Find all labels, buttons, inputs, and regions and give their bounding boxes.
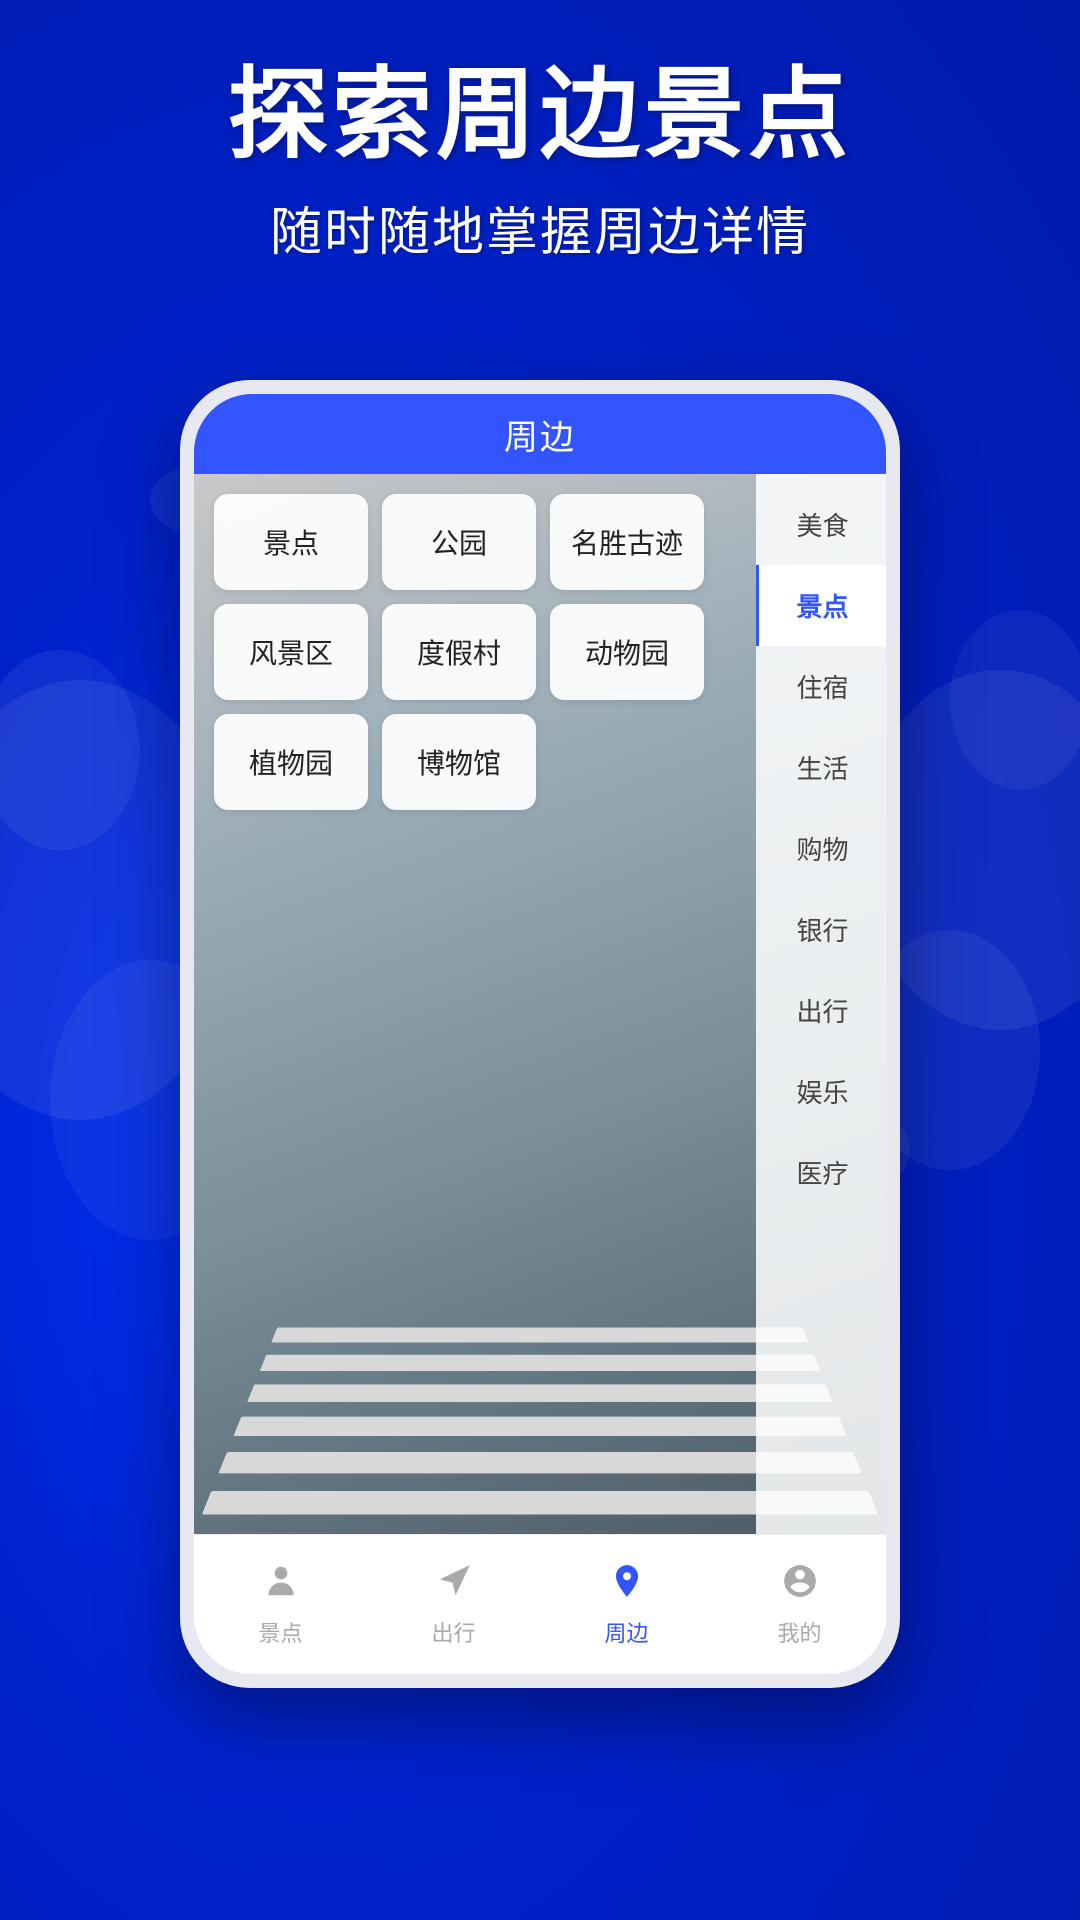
sidebar-item-yule[interactable]: 娱乐 <box>756 1051 886 1132</box>
nav-item-zhoubian[interactable]: 周边 <box>540 1562 713 1648</box>
topbar-title: 周边 <box>504 410 576 459</box>
sidebar-item-chuxing[interactable]: 出行 <box>756 970 886 1051</box>
category-bowuguan[interactable]: 博物馆 <box>382 714 536 810</box>
person-icon <box>262 1562 300 1610</box>
account-icon <box>781 1562 819 1610</box>
main-area: 景点 公园 名胜古迹 风景区 度假村 动物园 植物园 博物馆 <box>194 474 886 1534</box>
category-fengjingqu[interactable]: 风景区 <box>214 604 368 700</box>
sidebar-item-meishi[interactable]: 美食 <box>756 484 886 565</box>
sidebar: 美食 景点 住宿 生活 购物 银行 出行 娱乐 医疗 <box>756 474 886 1534</box>
nav-item-jingdian[interactable]: 景点 <box>194 1562 367 1648</box>
category-zhiwuyuan[interactable]: 植物园 <box>214 714 368 810</box>
nav-label-wode: 我的 <box>777 1616 821 1648</box>
sidebar-item-jingdian[interactable]: 景点 <box>756 565 886 646</box>
category-gongyuan[interactable]: 公园 <box>382 494 536 590</box>
phone-mockup: 周边 <box>180 380 900 1688</box>
category-dujiacun[interactable]: 度假村 <box>382 604 536 700</box>
nav-item-chuxing[interactable]: 出行 <box>367 1562 540 1648</box>
sidebar-item-gouwu[interactable]: 购物 <box>756 808 886 889</box>
nav-label-chuxing: 出行 <box>431 1616 475 1648</box>
sidebar-item-yiliao[interactable]: 医疗 <box>756 1132 886 1213</box>
categories-grid: 景点 公园 名胜古迹 风景区 度假村 动物园 植物园 博物馆 <box>214 494 704 810</box>
nav-label-jingdian: 景点 <box>258 1616 302 1648</box>
nav-label-zhoubian: 周边 <box>604 1616 648 1648</box>
category-dongwuyuan[interactable]: 动物园 <box>550 604 704 700</box>
nav-item-wode[interactable]: 我的 <box>713 1562 886 1648</box>
categories-container: 景点 公园 名胜古迹 风景区 度假村 动物园 植物园 博物馆 <box>194 474 756 1534</box>
hero-title: 探索周边景点 <box>0 60 1080 170</box>
category-mingsheng[interactable]: 名胜古迹 <box>550 494 704 590</box>
navigate-icon <box>435 1562 473 1610</box>
location-icon <box>608 1562 646 1610</box>
phone-topbar: 周边 <box>194 394 886 474</box>
phone-outer: 周边 <box>180 380 900 1688</box>
sidebar-item-shenghuo[interactable]: 生活 <box>756 727 886 808</box>
category-jingdian[interactable]: 景点 <box>214 494 368 590</box>
sidebar-item-yinhang[interactable]: 银行 <box>756 889 886 970</box>
phone-content: 景点 公园 名胜古迹 风景区 度假村 动物园 植物园 博物馆 <box>194 474 886 1534</box>
hero-subtitle: 随时随地掌握周边详情 <box>0 190 1080 265</box>
phone-inner: 周边 <box>194 394 886 1674</box>
hero-section: 探索周边景点 随时随地掌握周边详情 <box>0 60 1080 265</box>
bottom-nav: 景点 出行 周边 <box>194 1534 886 1674</box>
sidebar-item-zhushu[interactable]: 住宿 <box>756 646 886 727</box>
